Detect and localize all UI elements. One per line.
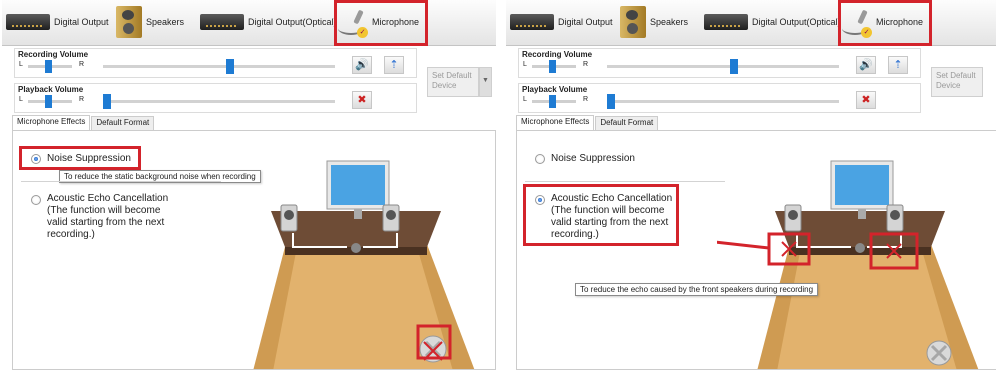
audio-panel-echo-cancellation: Digital Output Speakers Digital Output(O…	[506, 0, 996, 370]
tab-label: Speakers	[650, 17, 689, 27]
highlight-noise-suppression	[19, 146, 141, 170]
left-label: L	[523, 96, 527, 103]
tab-digital-output-optical[interactable]: Digital Output(Optical)	[704, 6, 841, 38]
recording-volume-slider[interactable]	[226, 59, 234, 74]
tab-digital-output[interactable]: Digital Output	[510, 6, 613, 38]
right-label: R	[79, 96, 85, 103]
noise-suppression-label: Noise Suppression	[551, 153, 635, 164]
monitor-stand	[858, 209, 866, 219]
balance-slider[interactable]	[45, 95, 52, 108]
tab-label: Digital Output	[54, 17, 109, 27]
playback-volume-title: Playback Volume	[18, 85, 84, 94]
device-tab-bar: Digital Output Speakers Digital Output(O…	[2, 0, 496, 46]
speaker-volume-icon[interactable]: 🔊	[352, 56, 372, 74]
monitor-screen	[331, 165, 385, 205]
speakers-icon	[620, 6, 646, 38]
recording-volume-title: Recording Volume	[522, 50, 593, 59]
effects-content: Noise Suppression To reduce the static b…	[12, 130, 496, 370]
microphone-boost-icon[interactable]: ⇡	[384, 56, 404, 74]
highlight-acoustic-echo-cancellation	[523, 184, 679, 246]
aec-line-4: recording.)	[47, 229, 95, 240]
tab-speakers[interactable]: Speakers	[620, 6, 688, 38]
tab-label: Digital Output(Optical)	[248, 17, 337, 27]
tab-digital-output[interactable]: Digital Output	[6, 6, 109, 38]
highlight-microphone-tab	[334, 0, 428, 46]
left-label: L	[19, 61, 23, 68]
separator	[525, 181, 725, 182]
microphone-device	[351, 243, 361, 253]
left-label: L	[19, 96, 23, 103]
desk-scene-illustration	[717, 160, 979, 369]
effects-content: Noise Suppression Acoustic Echo Cancella…	[516, 130, 996, 370]
desk-scene-illustration	[253, 160, 475, 369]
speakers-icon	[116, 6, 142, 38]
tab-digital-output-optical[interactable]: Digital Output(Optical)	[200, 6, 337, 38]
noise-suppression-radio[interactable]	[535, 154, 545, 164]
recording-volume-track	[607, 65, 839, 68]
aec-line-1: Acoustic Echo Cancellation	[47, 193, 169, 204]
microphone-device	[855, 243, 865, 253]
playback-volume-title: Playback Volume	[522, 85, 588, 94]
aec-line-3: valid starting from the next	[47, 217, 165, 228]
recording-volume-slider[interactable]	[730, 59, 738, 74]
monitor-stand	[354, 209, 362, 219]
tab-microphone-effects[interactable]: Microphone Effects	[12, 115, 91, 130]
effects-subtab-bar: Microphone Effects Default Format	[516, 115, 659, 130]
set-default-device-button[interactable]: Set Default Device	[427, 67, 479, 97]
playback-volume-track	[607, 100, 839, 103]
callout-line	[717, 240, 770, 250]
sound-card-icon	[704, 14, 748, 30]
tab-label: Digital Output(Optical)	[752, 17, 841, 27]
mute-icon[interactable]: ✖	[856, 91, 876, 109]
right-label: R	[79, 61, 85, 68]
balance-slider[interactable]	[45, 60, 52, 73]
balance-slider[interactable]	[549, 95, 556, 108]
microphone-boost-icon[interactable]: ⇡	[888, 56, 908, 74]
speaker-volume-icon[interactable]: 🔊	[856, 56, 876, 74]
playback-volume-slider[interactable]	[103, 94, 111, 109]
balance-slider[interactable]	[549, 60, 556, 73]
playback-volume-track	[103, 100, 335, 103]
recording-volume-group: Recording Volume L R 🔊 ⇡	[518, 48, 921, 78]
tab-default-format[interactable]: Default Format	[91, 116, 155, 130]
effects-subtab-bar: Microphone Effects Default Format	[12, 115, 155, 130]
set-default-device-button[interactable]: Set Default Device	[931, 67, 983, 97]
monitor-screen	[835, 165, 889, 205]
mute-icon[interactable]: ✖	[352, 91, 372, 109]
tab-label: Speakers	[146, 17, 185, 27]
sound-card-icon	[200, 14, 244, 30]
highlight-microphone-tab	[838, 0, 932, 46]
aec-line-2: (The function will become	[47, 205, 161, 216]
acoustic-echo-cancellation-radio[interactable]	[31, 195, 41, 205]
tab-default-format[interactable]: Default Format	[595, 116, 659, 130]
separator	[21, 181, 221, 182]
set-default-dropdown-button[interactable]: ▼	[479, 67, 492, 97]
device-tab-bar: Digital Output Speakers Digital Output(O…	[506, 0, 996, 46]
right-label: R	[583, 61, 589, 68]
audio-panel-noise-suppression: Digital Output Speakers Digital Output(O…	[2, 0, 496, 370]
playback-volume-slider[interactable]	[607, 94, 615, 109]
echo-cancellation-tooltip: To reduce the echo caused by the front s…	[575, 283, 819, 296]
recording-volume-track	[103, 65, 335, 68]
sound-card-icon	[6, 14, 50, 30]
playback-volume-group: Playback Volume L R ✖	[518, 83, 921, 113]
recording-volume-title: Recording Volume	[18, 50, 89, 59]
panel-divider	[498, 0, 504, 370]
tab-speakers[interactable]: Speakers	[116, 6, 184, 38]
sound-card-icon	[510, 14, 554, 30]
recording-volume-group: Recording Volume L R 🔊 ⇡	[14, 48, 417, 78]
tab-microphone-effects[interactable]: Microphone Effects	[516, 115, 595, 130]
right-label: R	[583, 96, 589, 103]
playback-volume-group: Playback Volume L R ✖	[14, 83, 417, 113]
left-label: L	[523, 61, 527, 68]
tab-label: Digital Output	[558, 17, 613, 27]
